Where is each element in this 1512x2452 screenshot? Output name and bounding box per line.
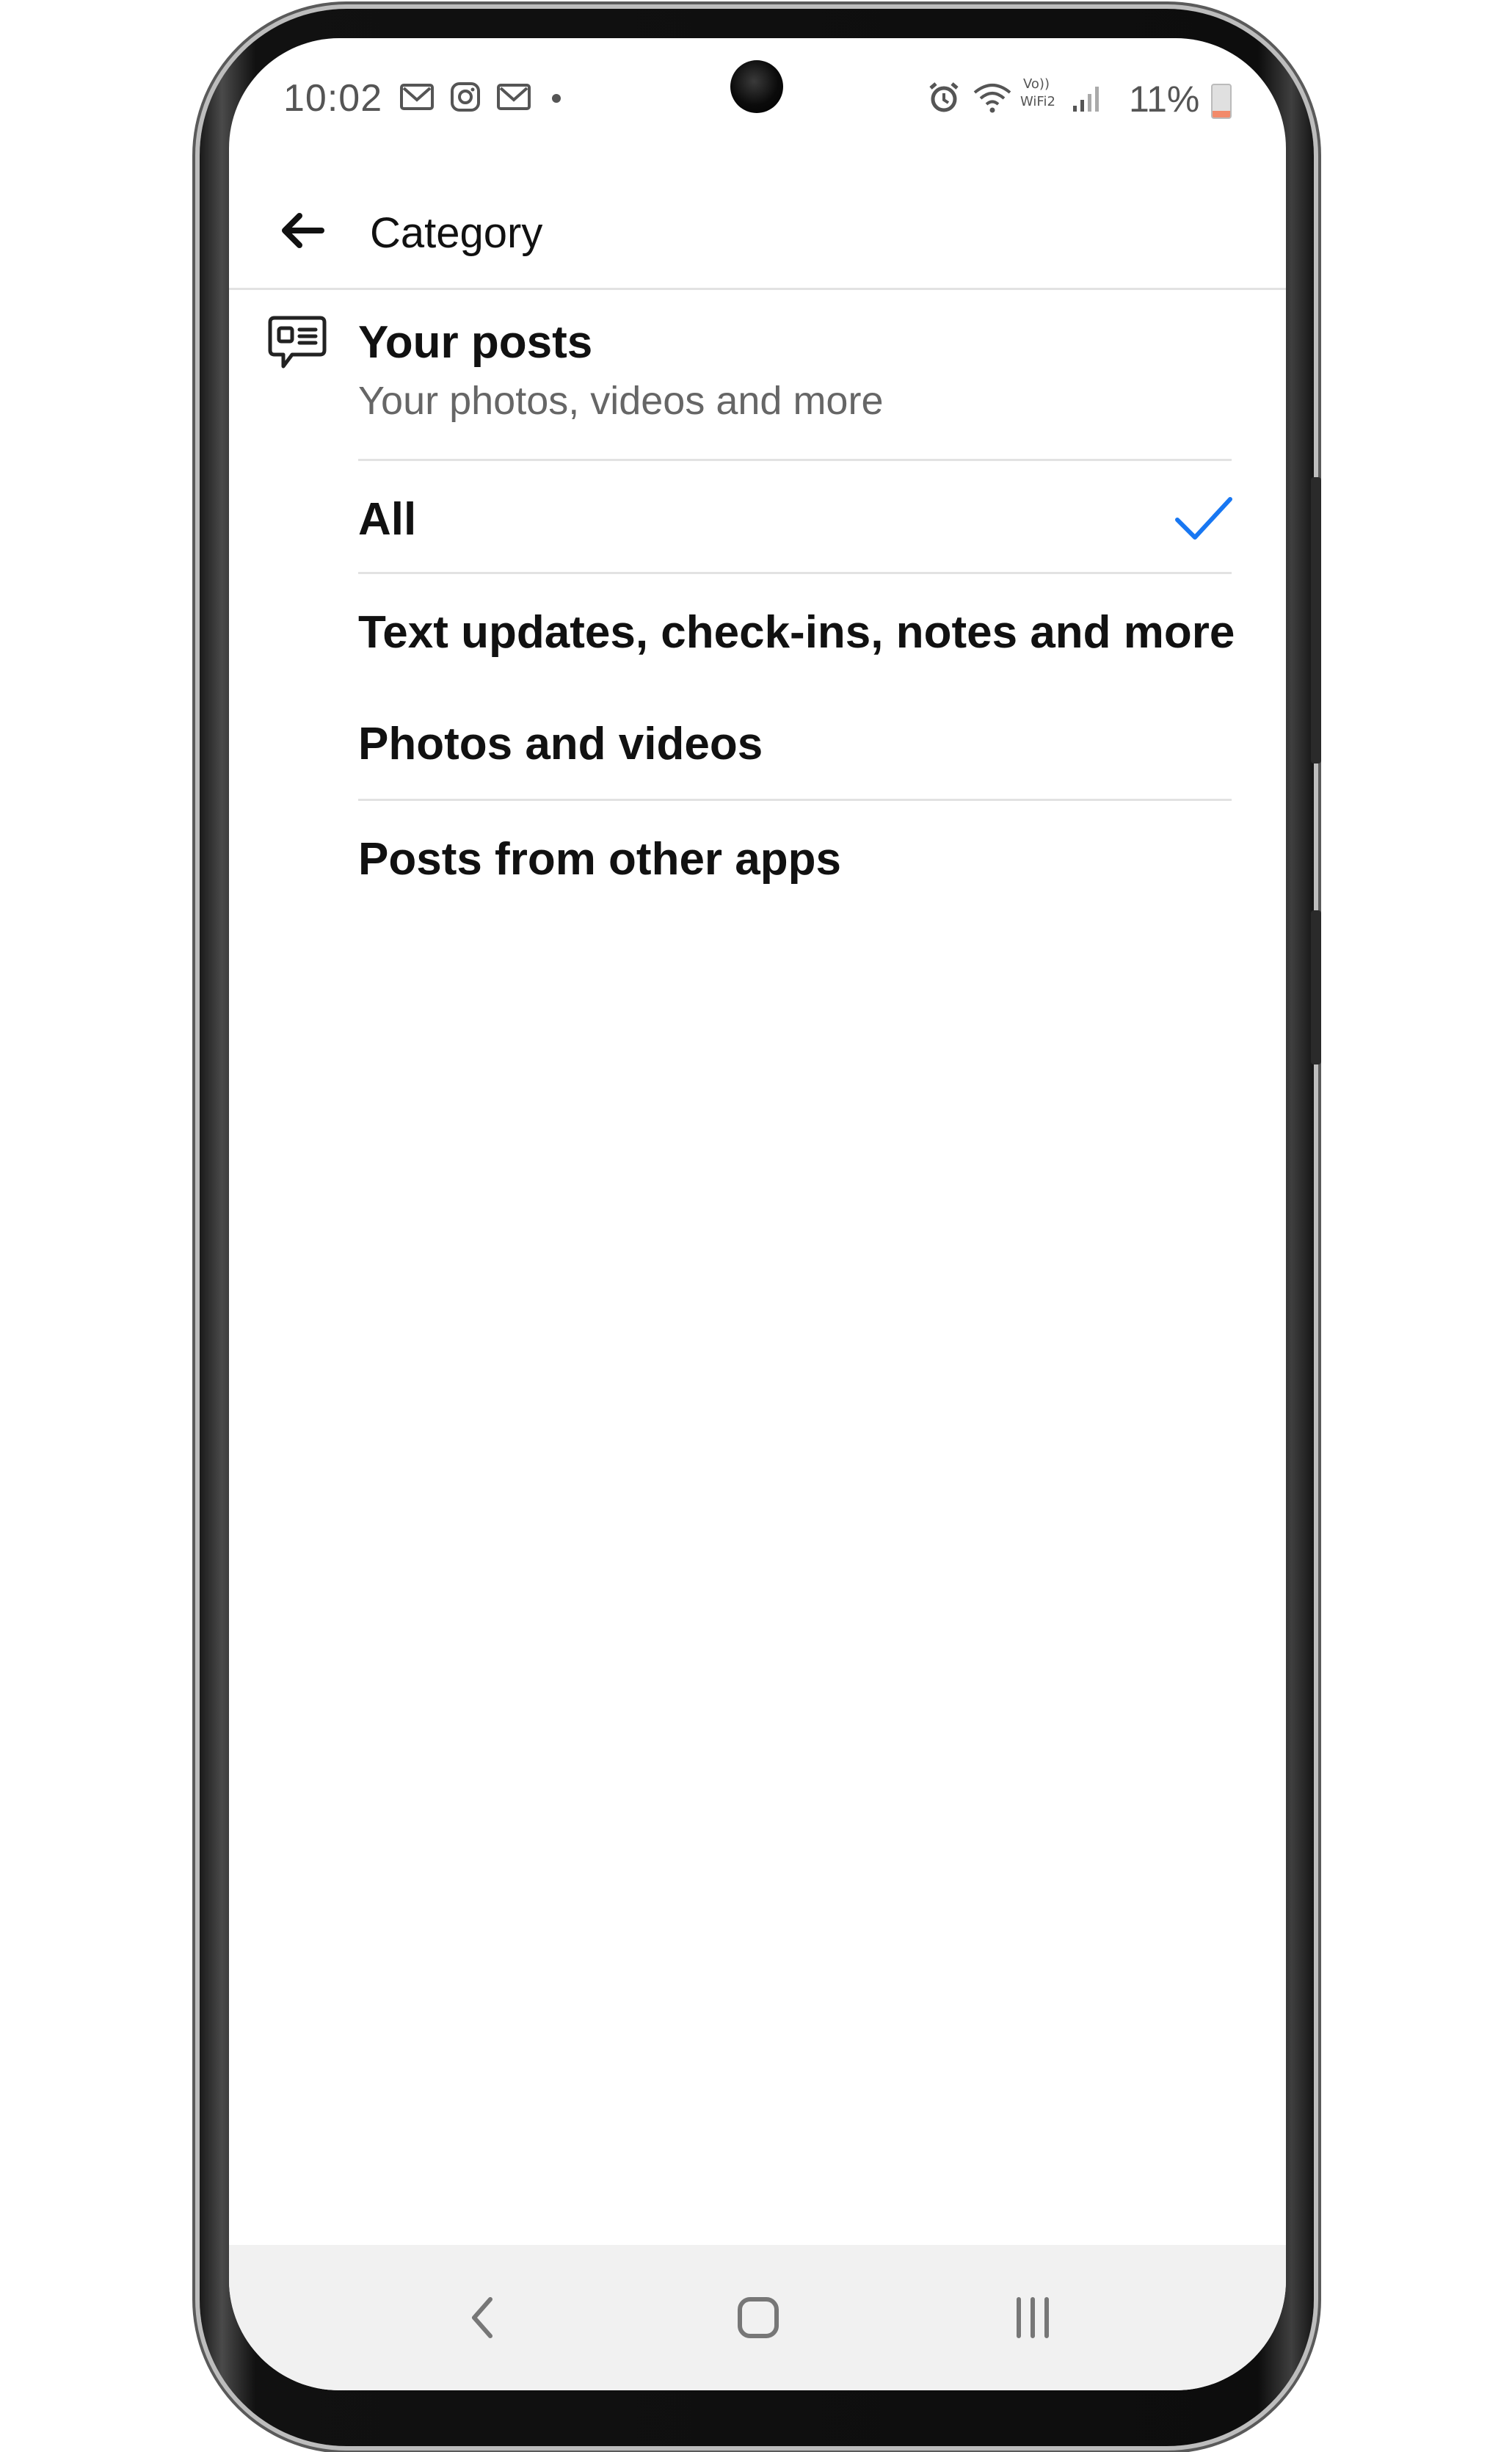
page-title: Category	[370, 209, 543, 257]
volume-button	[1311, 477, 1321, 763]
speech-bubble-list-icon	[267, 313, 327, 374]
checkmark-icon	[1173, 492, 1235, 546]
divider	[358, 799, 1232, 801]
option-label: All	[358, 494, 417, 545]
option-label: Text updates, check-ins, notes and more	[358, 607, 1235, 658]
section-subtitle: Your photos, videos and more	[358, 379, 884, 423]
dot-icon	[549, 81, 564, 119]
option-photos-videos[interactable]: Photos and videos	[358, 687, 1232, 799]
front-camera	[730, 60, 783, 113]
divider	[358, 459, 1232, 461]
option-other-apps[interactable]: Posts from other apps	[358, 802, 1232, 914]
divider	[358, 572, 1232, 574]
screen: 10:02 Vo)) WiFi2 11% Category Your posts…	[229, 38, 1286, 2390]
navigation-bar	[229, 2245, 1286, 2390]
canvas: 10:02 Vo)) WiFi2 11% Category Your posts…	[0, 0, 1512, 2452]
option-text-updates[interactable]: Text updates, check-ins, notes and more	[358, 576, 1235, 687]
option-label: Photos and videos	[358, 719, 763, 769]
nav-back-icon[interactable]	[443, 2277, 524, 2358]
svg-text:Vo)): Vo))	[1023, 76, 1050, 92]
gmail-icon-2	[496, 81, 531, 119]
wifi-icon	[972, 81, 1013, 120]
alarm-icon	[926, 81, 962, 120]
nav-recents-icon[interactable]	[992, 2277, 1073, 2358]
back-arrow-icon[interactable]	[273, 201, 332, 260]
gmail-icon	[399, 81, 435, 119]
option-label: Posts from other apps	[358, 834, 841, 885]
power-button	[1311, 910, 1321, 1064]
battery-percentage: 11%	[1129, 79, 1200, 120]
nav-home-icon[interactable]	[718, 2277, 799, 2358]
status-bar: 10:02 Vo)) WiFi2 11%	[229, 38, 1286, 178]
status-time: 10:02	[283, 77, 383, 120]
signal-icon	[1070, 81, 1107, 120]
battery-icon	[1211, 84, 1232, 119]
svg-text:WiFi2: WiFi2	[1020, 94, 1055, 109]
section-title: Your posts	[358, 317, 593, 368]
volte-wifi-icon: Vo)) WiFi2	[1020, 73, 1061, 117]
app-bar: Category	[229, 178, 1286, 290]
instagram-icon	[449, 81, 481, 119]
option-all[interactable]: All	[358, 463, 1232, 574]
